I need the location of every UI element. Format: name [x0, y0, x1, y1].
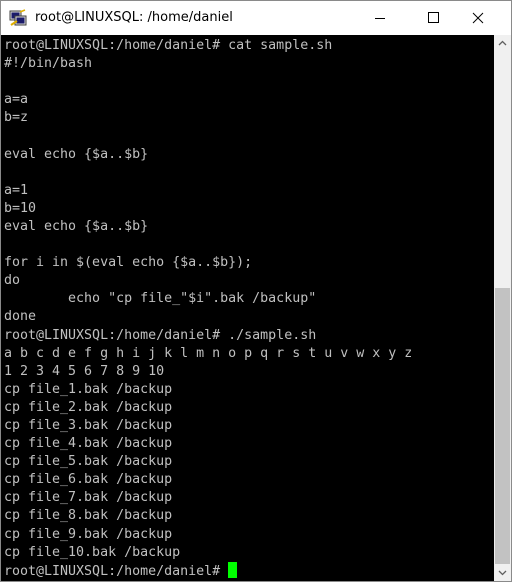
maximize-button[interactable]: [403, 1, 449, 35]
terminal-line: root@LINUXSQL:/home/daniel# ./sample.sh: [4, 327, 317, 343]
terminal-line: done: [4, 309, 37, 325]
terminal-line: cp file_1.bak /backup: [4, 381, 173, 397]
putty-icon[interactable]: [9, 9, 27, 27]
terminal-line: cp file_3.bak /backup: [4, 417, 173, 433]
minimize-button[interactable]: [357, 1, 403, 35]
close-icon: [472, 12, 484, 24]
title-bar[interactable]: root@LINUXSQL: /home/daniel: [1, 1, 511, 35]
terminal-line: for i in $(eval echo {$a..$b});: [4, 255, 253, 271]
terminal-line: b=z: [4, 110, 29, 126]
terminal-line: cp file_8.bak /backup: [4, 508, 173, 524]
prompt-text: root@LINUXSQL:/home/daniel#: [4, 563, 221, 579]
terminal-line: cp file_10.bak /backup: [4, 544, 181, 560]
minimize-icon: [375, 18, 385, 19]
terminal-line: eval echo {$a..$b}: [4, 146, 149, 162]
vertical-scrollbar[interactable]: [494, 35, 511, 581]
terminal-line: #!/bin/bash: [4, 56, 93, 72]
terminal-line: a b c d e f g h i j k l m n o p q r s t …: [4, 345, 413, 361]
window-title: root@LINUXSQL: /home/daniel: [35, 10, 233, 25]
terminal-line: cp file_2.bak /backup: [4, 399, 173, 415]
terminal-line: b=10: [4, 200, 37, 216]
terminal-line: eval echo {$a..$b}: [4, 218, 149, 234]
terminal-lines: root@LINUXSQL:/home/daniel# cat sample.s…: [4, 37, 412, 580]
scroll-up-arrow-icon[interactable]: [494, 35, 511, 52]
scrollbar-thumb[interactable]: [495, 288, 510, 564]
terminal-line: root@LINUXSQL:/home/daniel# cat sample.s…: [4, 38, 333, 53]
terminal-line: echo "cp file_"$i".bak /backup": [4, 291, 317, 307]
terminal-line: a=a: [4, 92, 29, 108]
terminal-line: cp file_6.bak /backup: [4, 472, 173, 488]
terminal-line: do: [4, 273, 21, 289]
putty-window: root@LINUXSQL: /home/daniel root@LINUXSQ…: [0, 0, 512, 582]
prompt-line[interactable]: root@LINUXSQL:/home/daniel#: [4, 561, 412, 580]
terminal-line: cp file_7.bak /backup: [4, 490, 173, 506]
maximize-icon: [428, 12, 439, 23]
terminal-line: 1 2 3 4 5 6 7 8 9 10: [4, 363, 165, 379]
terminal-line: cp file_4.bak /backup: [4, 436, 173, 452]
terminal-output[interactable]: root@LINUXSQL:/home/daniel# cat sample.s…: [1, 35, 494, 581]
terminal-line: cp file_5.bak /backup: [4, 454, 173, 470]
terminal-line: cp file_9.bak /backup: [4, 526, 173, 542]
cursor: [228, 561, 238, 578]
scroll-down-arrow-icon[interactable]: [494, 564, 511, 581]
terminal-line: a=1: [4, 182, 29, 198]
close-button[interactable]: [455, 1, 501, 35]
